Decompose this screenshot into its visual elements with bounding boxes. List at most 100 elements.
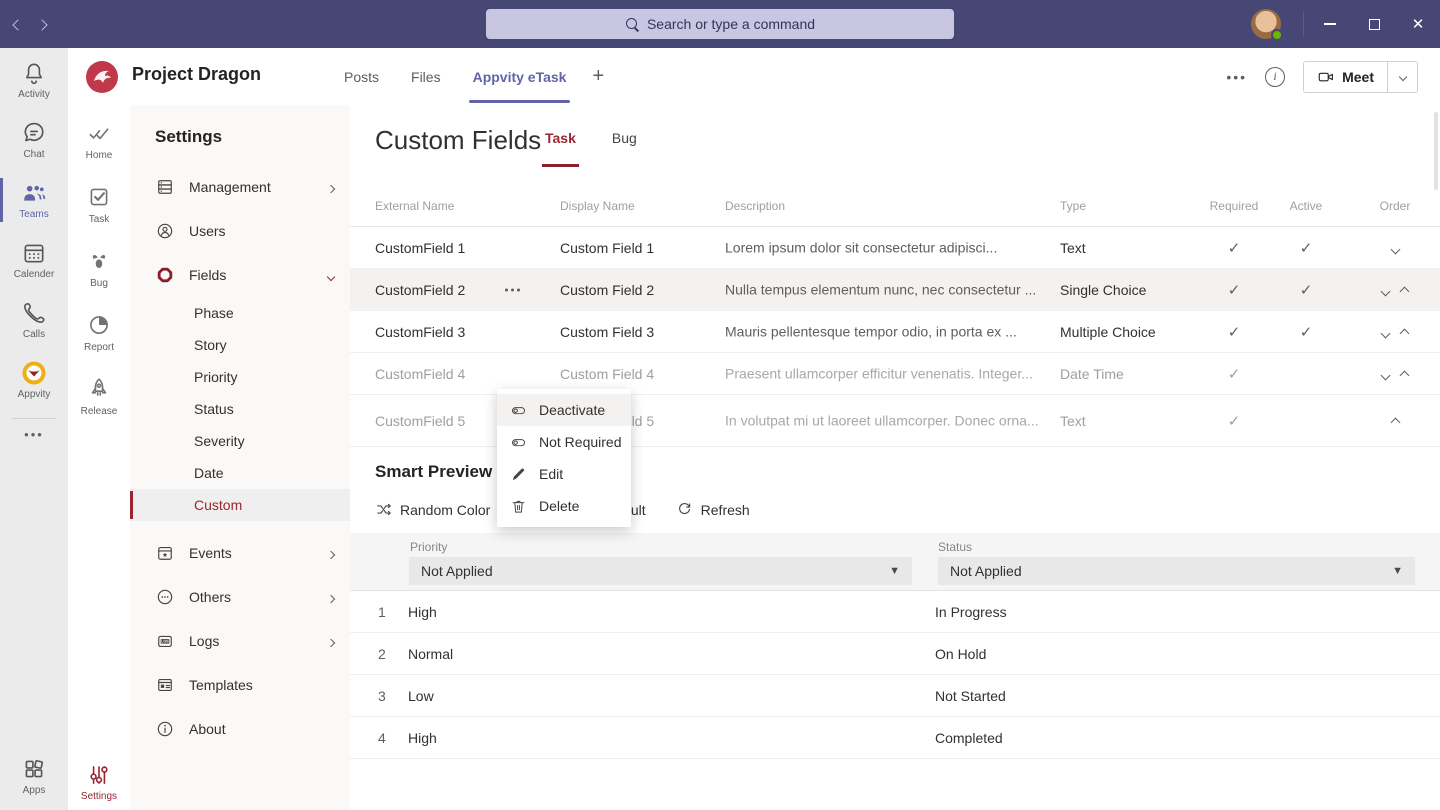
svg-text:LOG: LOG: [161, 640, 169, 644]
nav-subitem-story[interactable]: Story: [130, 329, 350, 361]
nav-item-users[interactable]: Users: [130, 209, 350, 253]
bell-icon: [21, 60, 47, 86]
others-icon: [155, 587, 175, 607]
appvity-logo: [21, 360, 47, 386]
preview-grid-header: Priority Status Not Applied ▼ Not Applie…: [350, 533, 1440, 591]
templates-icon: [155, 675, 175, 695]
priority-dropdown[interactable]: Not Applied ▼: [409, 557, 912, 585]
nav-item-about[interactable]: About: [130, 707, 350, 751]
close-button[interactable]: ✕: [1396, 0, 1440, 48]
order-down-icon[interactable]: [1381, 286, 1391, 296]
nav-subitem-phase[interactable]: Phase: [130, 297, 350, 329]
tab-appvity-etask[interactable]: Appvity eTask: [473, 48, 567, 105]
rail-item-teams[interactable]: Teams: [0, 172, 68, 228]
custom-fields-table: External Name Display Name Description T…: [350, 185, 1440, 447]
trash-icon: [510, 498, 527, 515]
status-dropdown[interactable]: Not Applied ▼: [938, 557, 1415, 585]
order-down-icon[interactable]: [1381, 370, 1391, 380]
camera-icon: [1317, 68, 1335, 86]
calendar-icon: [21, 240, 47, 266]
info-icon[interactable]: i: [1265, 67, 1285, 87]
order-up-icon[interactable]: [1400, 328, 1410, 338]
minimize-button[interactable]: [1308, 0, 1352, 48]
module-item-settings[interactable]: Settings: [68, 762, 130, 802]
module-rail: Home Task Bug Report Release Settings: [68, 105, 130, 810]
tab-files[interactable]: Files: [411, 48, 441, 105]
rail-item-apps[interactable]: Apps: [0, 756, 68, 796]
required-check-icon: ✓: [1228, 282, 1241, 299]
rail-item-activity[interactable]: Activity: [0, 52, 68, 108]
nav-item-management[interactable]: Management: [130, 165, 350, 209]
meet-dropdown-button[interactable]: [1387, 62, 1417, 92]
menu-item-delete[interactable]: Delete: [497, 490, 631, 522]
order-up-icon[interactable]: [1390, 417, 1400, 427]
rail-item-calendar[interactable]: Calender: [0, 232, 68, 288]
row-context-menu: Deactivate Not Required Edit Delete: [497, 389, 631, 527]
nav-subitem-custom[interactable]: Custom: [130, 489, 350, 521]
phone-icon: [21, 300, 47, 326]
team-logo: [84, 59, 120, 95]
nav-back-icon[interactable]: [14, 16, 22, 32]
module-item-release[interactable]: Release: [68, 367, 130, 425]
menu-item-edit[interactable]: Edit: [497, 458, 631, 490]
search-input[interactable]: Search or type a command: [486, 9, 954, 39]
nav-item-others[interactable]: Others: [130, 575, 350, 619]
toggle-icon: [510, 402, 527, 419]
add-tab-icon[interactable]: +: [592, 65, 604, 88]
nav-subitem-priority[interactable]: Priority: [130, 361, 350, 393]
refresh-button[interactable]: Refresh: [676, 501, 750, 518]
table-row[interactable]: CustomField 1 Custom Field 1 Lorem ipsum…: [350, 227, 1440, 269]
module-item-bug[interactable]: Bug: [68, 239, 130, 297]
order-up-icon[interactable]: [1400, 370, 1410, 380]
nav-forward-icon[interactable]: [38, 16, 46, 32]
table-row[interactable]: CustomField 2 Custom Field 2 Nulla tempu…: [350, 269, 1440, 311]
priority-column-label: Priority: [410, 540, 447, 554]
preview-grid-rows: 1 High In Progress 2 Normal On Hold 3 Lo…: [350, 591, 1440, 759]
logs-icon: LOG: [155, 631, 175, 651]
rail-item-appvity[interactable]: Appvity: [0, 352, 68, 408]
nav-item-logs[interactable]: LOG Logs: [130, 619, 350, 663]
menu-item-deactivate[interactable]: Deactivate: [497, 394, 631, 426]
active-check-icon: ✓: [1300, 282, 1313, 299]
header-more-button[interactable]: •••: [1226, 69, 1247, 85]
rail-item-chat[interactable]: Chat: [0, 112, 68, 168]
shuffle-icon: [375, 501, 392, 518]
module-item-report[interactable]: Report: [68, 303, 130, 361]
status-column-label: Status: [938, 540, 972, 554]
rail-more-button[interactable]: •••: [0, 427, 68, 442]
maximize-button[interactable]: [1352, 0, 1396, 48]
required-check-icon: ✓: [1228, 240, 1241, 257]
tab-task[interactable]: Task: [545, 105, 576, 171]
module-item-task[interactable]: Task: [68, 175, 130, 233]
nav-subitem-date[interactable]: Date: [130, 457, 350, 489]
tab-posts[interactable]: Posts: [344, 48, 379, 105]
nav-subitem-severity[interactable]: Severity: [130, 425, 350, 457]
scrollbar-thumb[interactable]: [1434, 112, 1438, 190]
module-item-home[interactable]: Home: [68, 111, 130, 169]
minimize-icon: [1324, 23, 1336, 24]
col-required: Required: [1203, 199, 1265, 213]
random-color-button[interactable]: Random Color: [375, 501, 490, 518]
meet-button: Meet: [1303, 61, 1418, 93]
order-down-icon[interactable]: [1381, 328, 1391, 338]
col-external-name: External Name: [375, 199, 454, 213]
row-more-button[interactable]: [505, 288, 520, 291]
avatar[interactable]: [1251, 9, 1281, 39]
main-content: Custom Fields Task Bug External Name Dis…: [350, 105, 1440, 810]
preview-row: 3 Low Not Started: [350, 675, 1440, 717]
rocket-icon: [86, 376, 112, 402]
order-up-icon[interactable]: [1400, 286, 1410, 296]
table-row[interactable]: CustomField 3 Custom Field 3 Mauris pell…: [350, 311, 1440, 353]
meet-button-main[interactable]: Meet: [1304, 62, 1387, 92]
nav-item-fields[interactable]: Fields: [130, 253, 350, 297]
rail-item-calls[interactable]: Calls: [0, 292, 68, 348]
nav-item-templates[interactable]: Templates: [130, 663, 350, 707]
menu-item-not-required[interactable]: Not Required: [497, 426, 631, 458]
dropdown-caret-icon: ▼: [889, 565, 900, 577]
settings-sidebar: Settings Management Users Fields Phase S…: [130, 105, 350, 810]
nav-item-events[interactable]: Events: [130, 531, 350, 575]
table-header-row: External Name Display Name Description T…: [350, 185, 1440, 227]
nav-subitem-status[interactable]: Status: [130, 393, 350, 425]
tab-bug[interactable]: Bug: [612, 105, 637, 171]
order-down-icon[interactable]: [1390, 244, 1400, 254]
